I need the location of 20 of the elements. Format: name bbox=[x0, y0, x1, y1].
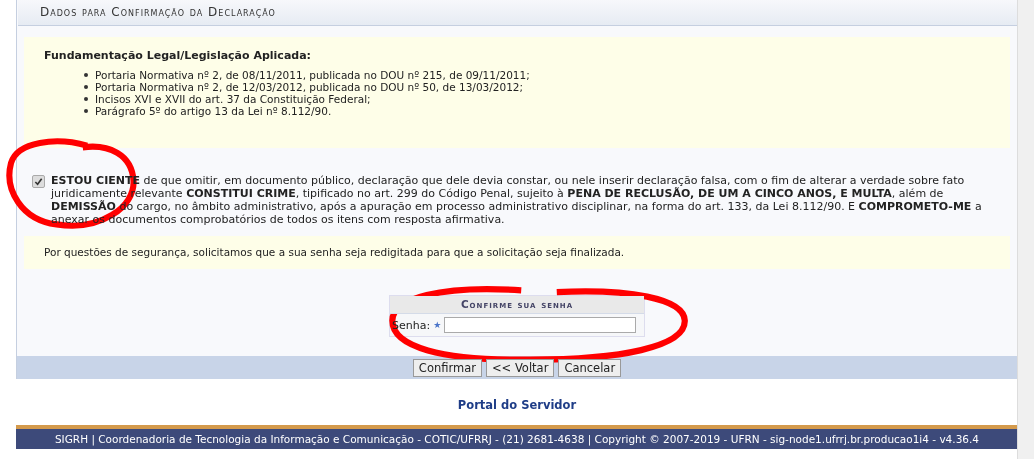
portal-link[interactable]: Portal do Servidor bbox=[457, 398, 577, 412]
password-field[interactable] bbox=[444, 317, 637, 333]
footer-text: SIGRH | Coordenadoria de Tecnologia da Informação e Comunicação - COTIC/UFRRJ - (21) 2681-4638 | Copyright © 2007-2019 - UFRN - sig-node1.ufrrj.br.producao1i4 - v4.36.4 bbox=[54, 433, 980, 445]
legislation-item: Portaria Normativa nº 2, de 12/03/2012, publicada no DOU nº 50, de 13/03/2012; bbox=[95, 80, 524, 94]
required-mark: ★ bbox=[433, 320, 442, 330]
form-button[interactable]: Cancelar bbox=[558, 358, 622, 377]
legislation-item: Incisos XVI e XVII do art. 37 da Constituição Federal; bbox=[95, 92, 371, 106]
form-title: Confirme sua senha bbox=[390, 296, 644, 314]
agreement-checkbox[interactable] bbox=[32, 175, 45, 188]
legal-heading: Fundamentação Legal/Legislação Aplicada: bbox=[44, 49, 312, 62]
legislation-item: Portaria Normativa nº 2, de 08/11/2011, publicada no DOU nº 215, de 09/11/2011; bbox=[95, 68, 530, 82]
bullet-icon bbox=[84, 109, 88, 113]
security-notice: Por questões de segurança, solicitamos que a sua senha seja redigitada para que a solicitação seja finalizada. bbox=[24, 236, 1010, 269]
bullet-icon bbox=[84, 85, 88, 89]
bullet-icon bbox=[84, 73, 88, 77]
legislation-item: Parágrafo 5º do artigo 13 da Lei nº 8.112/90. bbox=[95, 104, 332, 118]
section-title: Dados para Confirmação da Declaração bbox=[18, 0, 1017, 26]
form-button[interactable]: Confirmar bbox=[412, 358, 482, 377]
scrollbar[interactable] bbox=[1017, 0, 1034, 459]
bullet-icon bbox=[84, 97, 88, 101]
